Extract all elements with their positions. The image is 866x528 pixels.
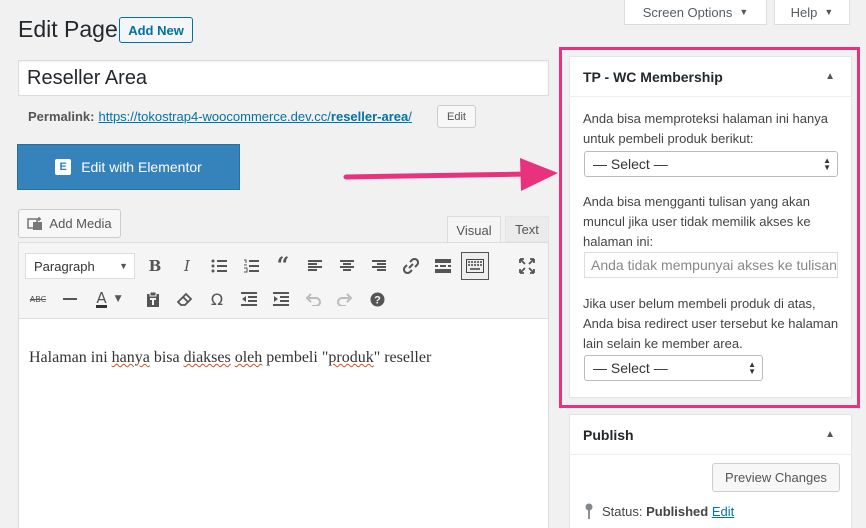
elementor-label: Edit with Elementor [81,159,202,175]
permalink-base: https://tokostrap4-woocommerce.dev.cc/ [98,109,331,124]
membership-text-2: Anda bisa mengganti tulisan yang akan mu… [583,194,811,249]
format-select[interactable]: Paragraph ▼ [25,253,135,279]
align-left-icon[interactable] [302,253,328,279]
clear-formatting-icon[interactable] [172,286,198,312]
permalink-link[interactable]: https://tokostrap4-woocommerce.dev.cc/re… [98,109,411,124]
add-media-label: Add Media [49,216,112,231]
select-arrows-icon: ▲ ▼ [748,360,756,376]
status-value: Published [646,503,709,519]
misspelled-word: diakses [183,349,231,366]
membership-text-1: Anda bisa memproteksi halaman ini hanya … [583,111,828,146]
annotation-arrow [343,158,558,191]
misspelled-word: hanya [111,349,150,366]
product-select[interactable]: — Select — ▲ ▼ [584,151,838,177]
undo-icon[interactable] [300,286,326,312]
select-arrows-icon: ▲ ▼ [823,156,831,172]
publish-header[interactable]: Publish ▲ [570,415,851,455]
editor-content[interactable]: Halaman ini hanya bisa diakses oleh pemb… [29,349,431,367]
permalink-label: Permalink: [28,109,95,124]
caret-down-icon: ▼ [824,7,834,17]
help-label: Help [790,4,818,20]
membership-title: TP - WC Membership [583,68,723,85]
caret-up-icon[interactable]: ▲ [825,429,835,440]
redirect-select-value: — Select — [593,360,668,376]
pin-icon [585,503,593,519]
publish-metabox: Publish ▲ Preview Changes Status: Publis… [569,414,852,528]
content-editor[interactable]: Paragraph ▼ B I “ ABC A ▼ Ω ? Halaman in… [18,242,549,528]
content-text: pembeli " [262,349,329,366]
help-tab[interactable]: Help ▼ [774,0,850,25]
redo-icon[interactable] [332,286,358,312]
caret-down-icon: ▼ [739,7,749,17]
permalink-edit-button[interactable]: Edit [437,105,476,128]
read-more-icon[interactable] [430,253,456,279]
add-new-button[interactable]: Add New [119,17,193,43]
horizontal-line-icon[interactable] [57,286,83,312]
membership-header[interactable]: TP - WC Membership ▲ [570,57,851,97]
status-edit-link[interactable]: Edit [712,504,734,519]
strikethrough-icon[interactable]: ABC [25,286,51,312]
indent-icon[interactable] [268,286,294,312]
fullscreen-icon[interactable] [514,253,540,279]
content-text: " reseller [373,349,432,366]
publish-status-row: Status: Published Edit [584,503,734,519]
text-color-icon[interactable]: A ▼ [89,286,129,312]
help-icon[interactable]: ? [364,286,390,312]
screen-options-label: Screen Options [642,4,733,20]
permalink-slug: reseller-area [330,109,409,124]
misspelled-word: produk [328,349,374,366]
italic-icon[interactable]: I [174,253,200,279]
tab-text[interactable]: Text [505,216,549,242]
link-icon[interactable] [398,253,424,279]
svg-text:?: ? [374,294,381,306]
screen-options-tab[interactable]: Screen Options ▼ [624,0,767,25]
product-select-value: — Select — [593,156,668,172]
add-media-button[interactable]: Add Media [18,209,121,238]
blockquote-icon[interactable]: “ [270,253,296,279]
permalink-end: / [408,109,412,124]
misspelled-word: oleh [234,349,263,366]
align-center-icon[interactable] [334,253,360,279]
membership-metabox: TP - WC Membership ▲ Anda bisa memprotek… [569,56,852,398]
toolbar-toggle-icon[interactable] [461,252,489,280]
content-text: bisa [149,349,184,366]
page-title: Edit Page [18,16,118,42]
membership-text-3: Jika user belum membeli produk di atas, … [583,296,839,351]
outdent-icon[interactable] [236,286,262,312]
format-select-value: Paragraph [34,258,95,274]
post-title-input[interactable]: Reseller Area [18,60,549,96]
special-character-icon[interactable]: Ω [204,286,230,312]
elementor-icon: E [55,159,72,175]
edit-with-elementor-button[interactable]: E Edit with Elementor [17,144,240,190]
status-label: Status: [602,503,643,519]
numbered-list-icon[interactable] [238,253,264,279]
editor-toolbar: Paragraph ▼ B I “ ABC A ▼ Ω ? [19,243,548,319]
paste-text-icon[interactable] [140,286,166,312]
permalink-row: Permalink: https://tokostrap4-woocommerc… [28,109,412,124]
redirect-page-select[interactable]: — Select — ▲ ▼ [584,355,763,381]
content-text: Halaman ini [29,349,112,366]
no-access-message-input[interactable]: Anda tidak mempunyai akses ke tulisan in… [584,252,838,278]
bullet-list-icon[interactable] [206,253,232,279]
align-right-icon[interactable] [366,253,392,279]
bold-icon[interactable]: B [142,253,168,279]
publish-title: Publish [583,426,634,443]
media-icon [27,216,43,230]
tab-visual[interactable]: Visual [447,216,501,243]
preview-changes-button[interactable]: Preview Changes [712,463,840,492]
caret-down-icon: ▼ [119,261,128,271]
caret-up-icon[interactable]: ▲ [825,71,835,82]
